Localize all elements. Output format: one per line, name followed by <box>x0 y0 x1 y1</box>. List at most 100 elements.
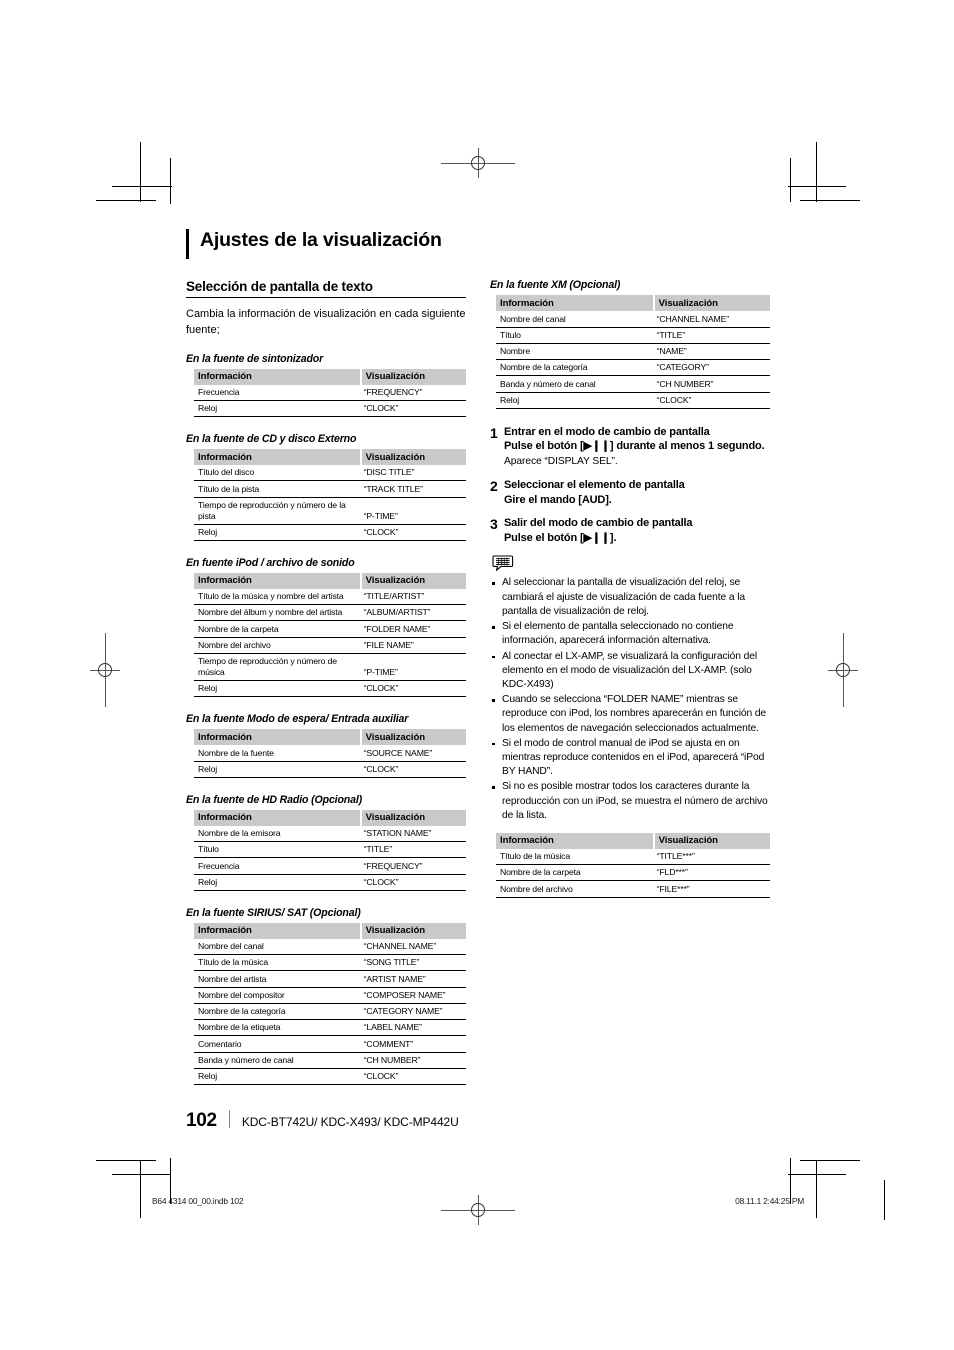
table-row: Nombre de la carpeta “FOLDER NAME” <box>194 621 466 638</box>
column-header-display: Visualización <box>652 295 770 312</box>
table-row: Reloj “CLOCK” <box>194 875 466 891</box>
step-item: 2 Seleccionar el elemento de pantalla Gi… <box>490 478 770 507</box>
cell-display: “FILE***” <box>652 881 770 898</box>
slug-timestamp: 08.11.1 2:44:25 PM <box>735 1196 804 1206</box>
table-header-row: Información Visualización <box>496 295 770 312</box>
cell-display: “ALBUM/ARTIST” <box>359 605 466 622</box>
cell-info: Reloj <box>496 393 653 409</box>
table-row: Reloj “CLOCK” <box>194 1069 466 1086</box>
cell-display: “CHANNEL NAME” <box>359 939 466 956</box>
column-header-display: Visualización <box>359 922 466 939</box>
cell-display: “CH NUMBER” <box>652 376 770 393</box>
registration-mark-bottom-center <box>441 1195 515 1225</box>
table-row: Nombre de la emisora “STATION NAME” <box>194 826 466 843</box>
cell-info: Nombre de la categoría <box>496 360 653 377</box>
table-row: Nombre del archivo “FILE NAME” <box>194 638 466 654</box>
cell-info: Banda y número de canal <box>194 1053 360 1069</box>
cell-info: Título <box>194 842 360 859</box>
cell-info: Tiempo de reproducción y número de músic… <box>194 654 360 682</box>
table-row: Banda y número de canal “CH NUMBER” <box>496 376 770 393</box>
table-row: Título “TITLE” <box>194 842 466 859</box>
step-number: 2 <box>490 477 498 494</box>
speech-bubble-note-icon <box>492 554 518 574</box>
column-header-display: Visualización <box>359 368 466 385</box>
table-row: Título del disco “DISC TITLE” <box>194 465 466 482</box>
table-header-row: Información Visualización <box>194 368 466 385</box>
cell-info: Nombre de la fuente <box>194 745 360 762</box>
step-number: 1 <box>490 424 498 441</box>
cell-display: “CLOCK” <box>359 875 466 891</box>
registration-mark-top-center <box>441 148 515 178</box>
slug-filename: B64 4314 00_00.indb 102 <box>152 1196 244 1206</box>
table-xm: Información Visualización Nombre del can… <box>496 295 770 409</box>
cell-info: Nombre de la carpeta <box>496 865 653 882</box>
cell-display: “FILE NAME” <box>359 638 466 654</box>
step-title: Entrar en el modo de cambio de pantalla <box>504 425 710 438</box>
table-tuner: Información Visualización Frecuencia “FRE… <box>194 368 466 418</box>
table-row: Reloj “CLOCK” <box>194 525 466 541</box>
table-standby-aux: Información Visualización Nombre de la f… <box>194 729 466 778</box>
cell-display: “TRACK TITLE” <box>359 481 466 498</box>
crop-mark-bottom-left-inner-h <box>112 1174 170 1175</box>
table-row: Frecuencia “FREQUENCY” <box>194 385 466 401</box>
table-row: Tiempo de reproducción y número de músic… <box>194 654 466 682</box>
column-header-info: Información <box>496 295 653 312</box>
table-caption-standby-aux: En la fuente Modo de espera/ Entrada aux… <box>186 713 409 726</box>
crop-mark-bottom-left-outer-h <box>96 1160 156 1161</box>
column-header-info: Información <box>194 809 360 826</box>
cell-display: “CLOCK” <box>359 401 466 418</box>
table-hd-radio: Información Visualización Nombre de la e… <box>194 809 466 891</box>
cell-display: “FLD***” <box>652 865 770 882</box>
column-header-info: Información <box>194 922 360 939</box>
table-ipod-audio-file: Información Visualización Título de la m… <box>194 572 466 698</box>
cell-display: “FOLDER NAME” <box>359 621 466 638</box>
cell-display: “FREQUENCY” <box>359 858 466 875</box>
column-header-info: Información <box>194 572 360 589</box>
note-item: Si el elemento de pantalla seleccionado … <box>490 620 770 648</box>
cell-info: Reloj <box>194 762 360 778</box>
column-header-display: Visualización <box>359 449 466 466</box>
table-row: Comentario “COMMENT” <box>194 1036 466 1053</box>
cell-display: “CATEGORY NAME” <box>359 1004 466 1021</box>
column-header-display: Visualización <box>359 809 466 826</box>
step-body: Seleccionar el elemento de pantalla Gire… <box>504 478 770 507</box>
table-row: Reloj “CLOCK” <box>194 401 466 418</box>
cell-info: Banda y número de canal <box>496 376 653 393</box>
table-caption-hd-radio: En la fuente de HD Radio (Opcional) <box>186 793 363 806</box>
cell-info: Título <box>496 328 653 344</box>
table-header-row: Información Visualización <box>194 449 466 466</box>
column-header-info: Información <box>194 449 360 466</box>
cell-info: Reloj <box>194 525 360 541</box>
cell-info: Frecuencia <box>194 385 360 401</box>
cell-display: “CATEGORY” <box>652 360 770 377</box>
table-row: Reloj “CLOCK” <box>496 393 770 409</box>
table-row: Nombre del canal “CHANNEL NAME” <box>194 939 466 956</box>
cell-info: Nombre del compositor <box>194 988 360 1004</box>
cell-info: Nombre del canal <box>496 311 653 328</box>
cell-display: “COMMENT” <box>359 1036 466 1053</box>
step-item: 1 Entrar en el modo de cambio de pantall… <box>490 425 770 469</box>
cell-info: Título de la música <box>194 955 360 972</box>
cell-display: “TITLE***” <box>652 849 770 866</box>
registration-mark-left-middle <box>90 633 120 707</box>
table-row: Tiempo de reproducción y número de la pi… <box>194 498 466 525</box>
chapter-title-block: Ajustes de la visualización <box>186 228 770 260</box>
cell-display: “CLOCK” <box>652 393 770 409</box>
table-row: Reloj “CLOCK” <box>194 681 466 698</box>
column-header-info: Información <box>194 729 360 746</box>
cell-info: Título de la pista <box>194 481 360 498</box>
step-body: Salir del modo de cambio de pantalla Pul… <box>504 516 770 545</box>
cell-display: “FREQUENCY” <box>359 385 466 401</box>
cell-info: Nombre del canal <box>194 939 360 956</box>
table-row: Título de la música “SONG TITLE” <box>194 955 466 972</box>
cell-info: Título de la música y nombre del artista <box>194 589 360 606</box>
table-caption-tuner: En la fuente de sintonizador <box>186 352 324 365</box>
column-header-info: Información <box>496 832 653 849</box>
cell-info: Nombre del álbum y nombre del artista <box>194 605 360 622</box>
table-row: Nombre del compositor “COMPOSER NAME” <box>194 988 466 1004</box>
table-row: Reloj “CLOCK” <box>194 762 466 778</box>
step-title: Seleccionar el elemento de pantalla <box>504 478 685 491</box>
table-row: Título de la música y nombre del artista… <box>194 589 466 606</box>
table-row: Nombre de la etiqueta “LABEL NAME” <box>194 1020 466 1037</box>
crop-mark-bottom-right-inner-h <box>788 1174 846 1175</box>
